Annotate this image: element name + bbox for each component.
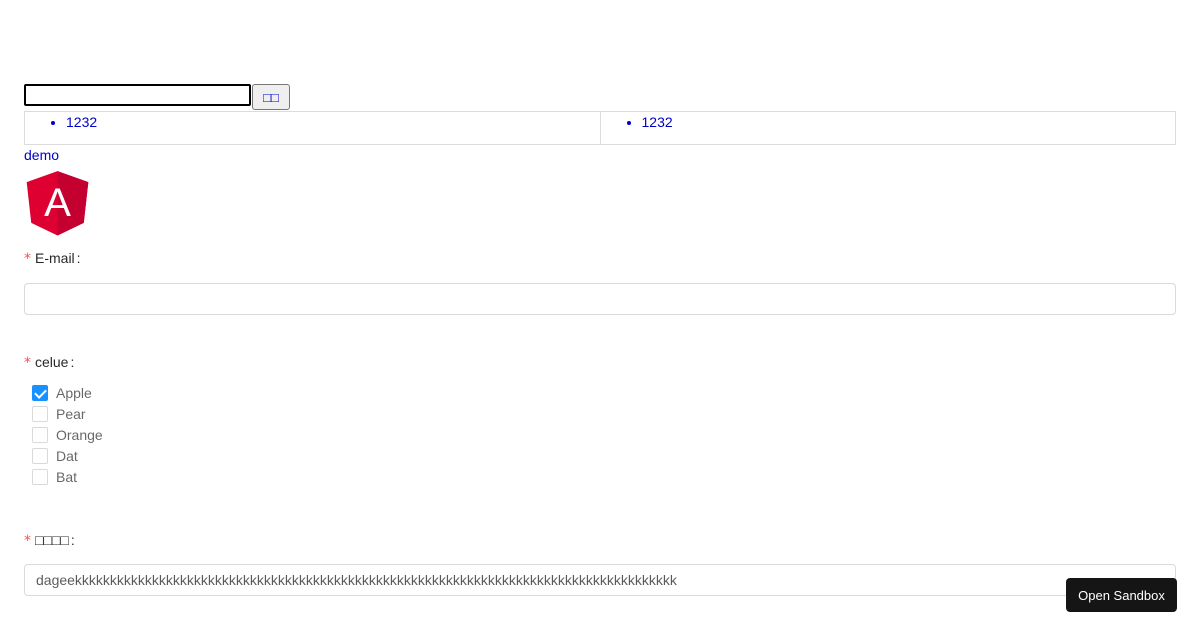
search-row: □□ bbox=[24, 84, 290, 110]
checkbox-label: Apple bbox=[56, 384, 92, 401]
celue-label-text: celue bbox=[35, 354, 69, 370]
email-label-text: E-mail bbox=[35, 250, 75, 266]
required-mark: * bbox=[24, 533, 31, 549]
checkbox-label: Bat bbox=[56, 468, 78, 485]
celue-checkbox-group: Apple Pear Orange Dat Bat bbox=[32, 382, 103, 487]
checkbox-option-dat[interactable]: Dat bbox=[32, 445, 103, 466]
results-column-1: 1232 bbox=[25, 112, 600, 144]
email-field[interactable] bbox=[24, 283, 1176, 315]
logo-letter: A bbox=[44, 180, 71, 225]
celue-label: * celue: bbox=[24, 353, 74, 372]
field3-label: * □□□□: bbox=[24, 531, 75, 550]
list-item[interactable]: 1232 bbox=[66, 112, 600, 132]
checkbox-label: Dat bbox=[56, 447, 78, 464]
email-label: * E-mail: bbox=[24, 249, 81, 268]
search-button[interactable]: □□ bbox=[252, 84, 290, 110]
checkbox-icon[interactable] bbox=[32, 405, 48, 422]
open-sandbox-button[interactable]: Open Sandbox bbox=[1066, 578, 1177, 612]
search-input[interactable] bbox=[24, 84, 251, 106]
results-panel: 1232 1232 bbox=[24, 111, 1176, 145]
checkbox-option-pear[interactable]: Pear bbox=[32, 403, 103, 424]
checkbox-icon[interactable] bbox=[32, 426, 48, 443]
checkbox-option-orange[interactable]: Orange bbox=[32, 424, 103, 445]
checkbox-checked-icon[interactable] bbox=[32, 384, 48, 401]
demo-link[interactable]: demo bbox=[24, 147, 59, 163]
results-list-2: 1232 bbox=[601, 112, 1176, 132]
list-item[interactable]: 1232 bbox=[642, 112, 1176, 132]
field3-label-text: □□□□ bbox=[35, 532, 69, 548]
label-colon: : bbox=[70, 532, 75, 548]
required-mark: * bbox=[24, 355, 31, 371]
checkbox-label: Pear bbox=[56, 405, 86, 422]
results-column-2: 1232 bbox=[599, 112, 1176, 144]
label-colon: : bbox=[76, 250, 81, 266]
checkbox-option-apple[interactable]: Apple bbox=[32, 382, 103, 403]
angular-logo-icon: A bbox=[26, 171, 89, 236]
field3-input[interactable] bbox=[24, 564, 1176, 596]
required-mark: * bbox=[24, 251, 31, 267]
checkbox-option-bat[interactable]: Bat bbox=[32, 466, 103, 487]
checkbox-label: Orange bbox=[56, 426, 103, 443]
results-list-1: 1232 bbox=[25, 112, 600, 132]
checkbox-icon[interactable] bbox=[32, 468, 48, 485]
checkbox-icon[interactable] bbox=[32, 447, 48, 464]
label-colon: : bbox=[70, 354, 75, 370]
